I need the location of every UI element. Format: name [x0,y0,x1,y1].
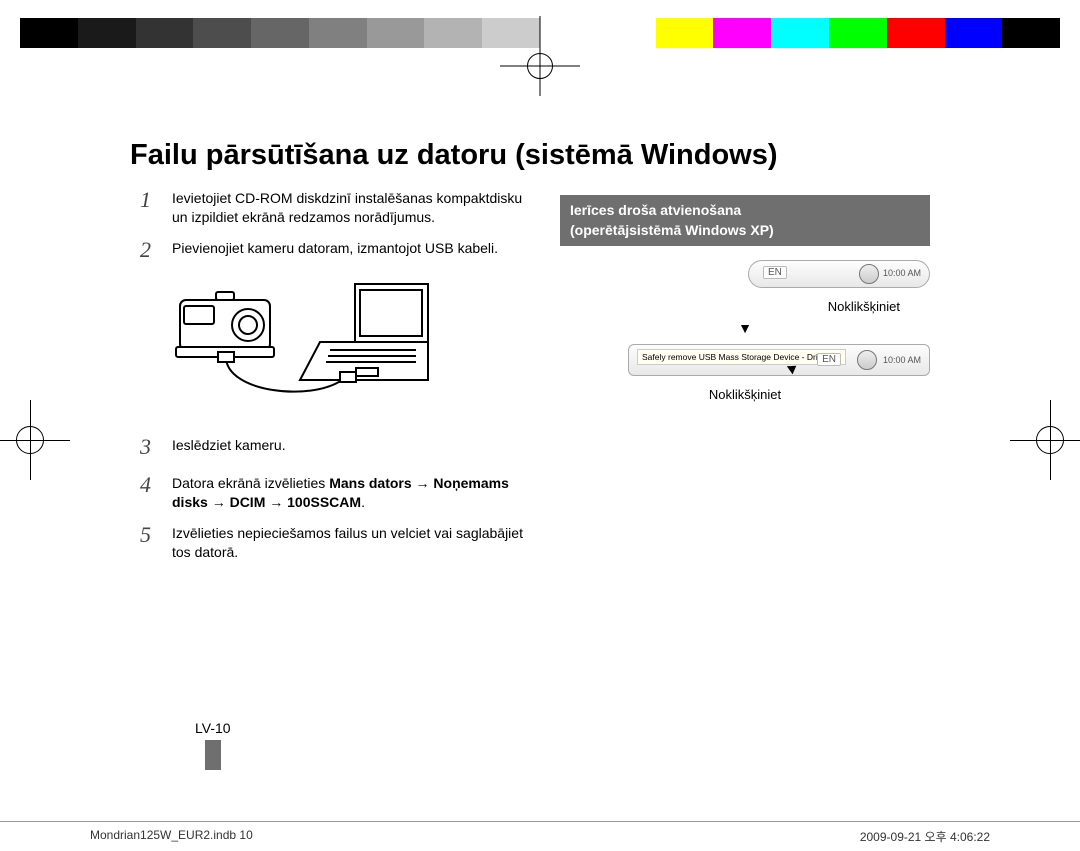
step-text: Ieslēdziet kameru. [172,432,286,462]
click-caption: Noklikšķiniet [560,387,930,402]
registration-mark-right [1010,400,1080,480]
registration-mark-left [0,400,70,480]
disconnect-column: Ierīces droša atvienošana (operētājsistē… [560,195,930,402]
tray-sequence: EN 10:00 AM Noklikšķiniet ▼ Safely remov… [560,260,930,402]
taskbar-tray-balloon: Safely remove USB Mass Storage Device - … [628,344,930,376]
step-text: Pievienojiet kameru datoram, izmantojot … [172,235,498,265]
instructions-column: 1 Ievietojiet CD-ROM diskdzinī instalēša… [140,185,530,570]
step-number: 1 [140,185,160,227]
page-title: Failu pārsūtīšana uz datoru (sistēmā Win… [130,139,950,172]
lang-indicator: EN [817,353,841,366]
prepress-footer: Mondrian125W_EUR2.indb 10 2009-09-21 오후 … [0,821,1080,845]
step-4: 4 Datora ekrānā izvēlieties Mans dators … [140,470,530,512]
tray-clock: 10:00 AM [883,268,921,278]
step-3: 3 Ieslēdziet kameru. [140,432,530,462]
step-text-part: Datora ekrānā izvēlieties [172,475,329,491]
step-number: 2 [140,235,160,265]
page-number: LV-10 [195,720,231,736]
down-arrow-icon: ▼ [560,320,930,336]
step-number: 5 [140,520,160,562]
step-text: Ievietojiet CD-ROM diskdzinī instalēšana… [172,185,530,227]
lang-indicator: EN [763,266,787,279]
step-number: 4 [140,470,160,512]
step-text: Datora ekrānā izvēlieties Mans dators → … [172,470,530,512]
subsection-heading: Ierīces droša atvienošana (operētājsistē… [560,195,930,246]
camera-laptop-illustration [170,272,430,422]
taskbar-tray: EN 10:00 AM [748,260,930,288]
balloon-text: Safely remove USB Mass Storage Device - … [637,349,846,365]
heading-line: (operētājsistēmā Windows XP) [570,222,774,238]
step-number: 3 [140,432,160,462]
prepress-date: 2009-09-21 오후 4:06:22 [860,828,990,845]
registration-mark-top [520,46,560,86]
step-1: 1 Ievietojiet CD-ROM diskdzinī instalēša… [140,185,530,227]
step-text-part: . [361,494,365,510]
step-2: 2 Pievienojiet kameru datoram, izmantojo… [140,235,530,265]
safely-remove-icon [857,350,877,370]
page-tab-marker [205,740,221,770]
heading-line: Ierīces droša atvienošana [570,202,741,218]
click-caption: Noklikšķiniet [560,299,930,314]
safely-remove-icon [859,264,879,284]
step-5: 5 Izvēlieties nepieciešamos failus un ve… [140,520,530,562]
tray-clock: 10:00 AM [883,355,921,365]
prepress-file: Mondrian125W_EUR2.indb 10 [90,828,253,845]
step-text: Izvēlieties nepieciešamos failus un velc… [172,520,530,562]
